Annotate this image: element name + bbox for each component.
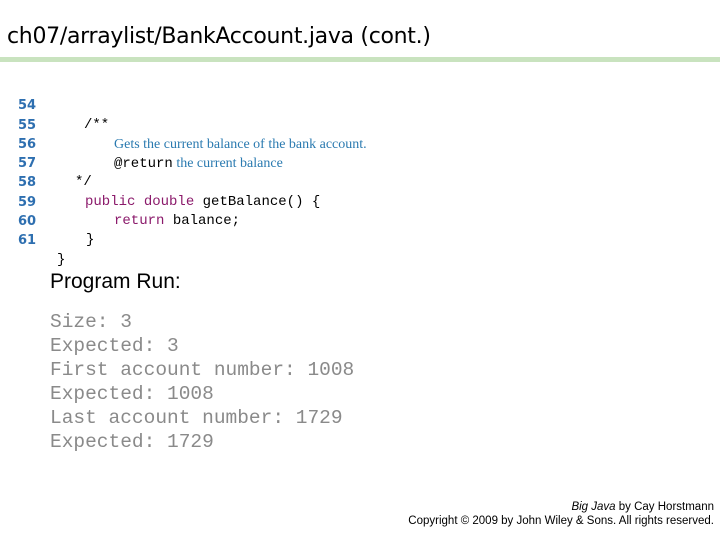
code-listing: 54 /** 55 Gets the current balance of th… <box>0 77 720 267</box>
copyright-notice: Copyright © 2009 by John Wiley & Sons. A… <box>408 515 714 527</box>
code-line: 54 /** <box>0 77 720 132</box>
code-line: 59 return balance; <box>0 173 720 229</box>
program-output: Size: 3 Expected: 3 First account number… <box>50 310 354 454</box>
code-line: 56 @return the current balance <box>0 116 720 172</box>
author-text: by Cay Horstmann <box>615 501 714 513</box>
output-line: Expected: 3 <box>50 335 179 357</box>
output-line: First account number: 1008 <box>50 359 355 381</box>
title-divider <box>0 57 720 62</box>
footer-credit: Big Java by Cay Horstmann <box>408 500 714 514</box>
code-line: 57 */ <box>0 135 720 190</box>
slide-title: ch07/arraylist/BankAccount.java (cont.) <box>7 24 431 49</box>
code-text: } <box>86 232 95 249</box>
code-text: } <box>57 251 66 268</box>
code-line: 61 } <box>0 212 720 267</box>
code-line: 58 public double getBalance() { <box>0 154 720 209</box>
footer: Big Java by Cay Horstmann Copyright © 20… <box>408 500 714 528</box>
code-line: 60 } <box>0 193 720 248</box>
output-line: Size: 3 <box>50 311 132 333</box>
program-run-heading: Program Run: <box>50 270 181 293</box>
output-line: Expected: 1008 <box>50 383 214 405</box>
line-number: 61 <box>18 233 37 249</box>
code-line: 55 Gets the current balance of the bank … <box>0 96 720 152</box>
output-line: Expected: 1729 <box>50 431 214 453</box>
output-line: Last account number: 1729 <box>50 407 343 429</box>
book-title: Big Java <box>571 501 616 513</box>
